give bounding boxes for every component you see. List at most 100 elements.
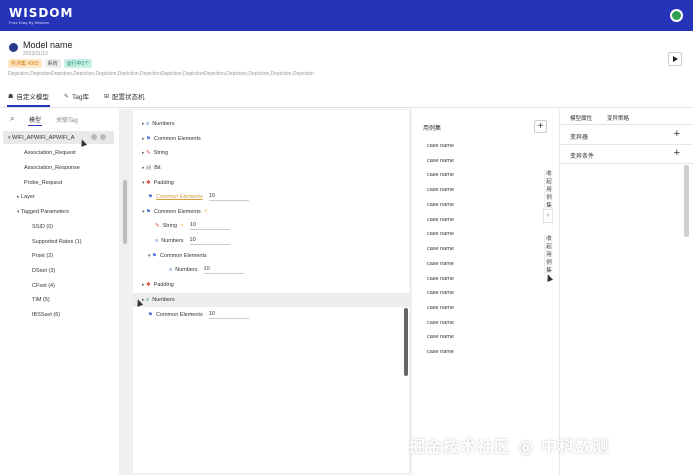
collapse-case-set-tab[interactable]: 收 起 用 例 集 xyxy=(544,170,553,210)
tab-model-properties[interactable]: 模型属性 xyxy=(570,114,592,122)
case-item[interactable]: case name xyxy=(427,349,454,355)
add-case-button[interactable]: + xyxy=(534,120,547,133)
case-item[interactable]: case name xyxy=(427,246,454,252)
case-item[interactable]: case name xyxy=(427,143,454,149)
tree-row[interactable]: ▸ ⚑ Common Elements xyxy=(133,132,409,146)
tree-row[interactable]: ⚑ Common Elements 10 xyxy=(133,190,409,204)
caret-icon[interactable]: ▸ xyxy=(142,150,145,156)
caret-icon[interactable]: ▸ xyxy=(142,165,145,171)
case-item[interactable]: case name xyxy=(427,172,454,178)
tree-node[interactable]: Association_Request xyxy=(24,150,76,156)
node-label: Common Elements xyxy=(153,209,201,215)
case-item[interactable]: case name xyxy=(427,290,454,296)
tree-row[interactable]: ▸ ≡ Numbers xyxy=(133,117,409,131)
case-item[interactable]: case name xyxy=(427,202,454,208)
case-item[interactable]: case name xyxy=(427,334,454,340)
node-label: Numbers xyxy=(152,121,175,127)
logo-text: WISDOM xyxy=(9,6,74,20)
caret-icon[interactable]: ▾ xyxy=(142,180,145,186)
chevron-right-icon[interactable]: › xyxy=(543,209,553,223)
vtab-char: 收 xyxy=(546,171,552,177)
case-set-title: 用例集 xyxy=(423,126,442,132)
add-condition-button[interactable]: + xyxy=(674,147,680,159)
tab-tag-library[interactable]: ✎ Tag库 xyxy=(64,91,90,102)
top-navbar: WISDOM Fuzz Easy By Wisdom xyxy=(0,0,693,31)
editor-scrollbar[interactable] xyxy=(404,308,408,376)
case-item[interactable]: case name xyxy=(427,276,454,282)
caret-icon[interactable]: ▾ xyxy=(148,253,151,259)
value-input[interactable]: 10 xyxy=(203,266,244,274)
case-item[interactable]: case name xyxy=(427,261,454,267)
tree-node-label: WIFI_APWIFI_APWIFI_A xyxy=(12,135,75,141)
value-input[interactable]: 10 xyxy=(208,311,249,319)
value-input[interactable]: 10 xyxy=(189,237,230,245)
tree-node[interactable]: Supported Rates (1) xyxy=(32,239,82,245)
tree-row-hovered[interactable]: ▸ ≡ Numbers xyxy=(133,293,409,307)
vtab-char: 收 xyxy=(546,236,552,242)
case-item[interactable]: case name xyxy=(427,158,454,164)
tree-row[interactable]: ≡ Numbers 10 xyxy=(133,263,409,277)
tree-row[interactable]: ▸ ✱ Padding xyxy=(133,278,409,292)
run-button[interactable] xyxy=(668,52,682,66)
node-label: Padding xyxy=(153,180,174,186)
tree-node[interactable]: DSset (3) xyxy=(32,268,55,274)
mutation-condition-label: 变异条件 xyxy=(570,154,595,160)
tree-row[interactable]: ✎ String ⚡ 10 xyxy=(133,219,409,233)
tree-node[interactable]: SSID (0) xyxy=(32,224,53,230)
user-avatar-icon[interactable] xyxy=(670,9,683,22)
lightning-icon: ⚡ xyxy=(203,209,208,215)
tree-row[interactable]: ⚑ Common Elements 10 xyxy=(133,308,409,322)
add-mutator-button[interactable]: + xyxy=(674,128,680,140)
tree-node[interactable]: Association_Response xyxy=(24,165,80,171)
tree-node[interactable]: CFset (4) xyxy=(32,283,55,289)
caret-icon[interactable]: ▸ xyxy=(142,282,145,288)
value-input[interactable]: 10 xyxy=(189,222,230,230)
reference-link[interactable]: Common Elements xyxy=(156,194,203,200)
numbers-icon: ≡ xyxy=(169,267,173,273)
caret-icon[interactable]: ▸ xyxy=(142,136,145,142)
common-elements-icon: ⚑ xyxy=(152,253,157,259)
tree-node[interactable]: Probe_Request xyxy=(24,180,62,186)
tab-linked-tag[interactable]: 关联Tag xyxy=(56,115,78,124)
wisdom-logo[interactable]: WISDOM Fuzz Easy By Wisdom xyxy=(7,6,75,25)
tree-node[interactable]: IBSSset (6) xyxy=(32,312,60,318)
tab-mutation-strategy[interactable]: 变异策略 xyxy=(607,114,629,122)
tag-running: 运行中2个 xyxy=(63,59,93,68)
tree-node-layer[interactable]: ▸ Layer xyxy=(17,194,35,200)
tab-label: Tag库 xyxy=(72,94,90,101)
model-tree-panel: ⌕ 模型 关联Tag ▾ WIFI_APWIFI_APWIFI_A Associ… xyxy=(0,109,119,475)
tree-row[interactable]: ▾ ✱ Padding xyxy=(133,176,409,190)
copy-icon[interactable] xyxy=(91,134,97,140)
tree-row[interactable]: ▸ ✎ String xyxy=(133,146,409,160)
active-subtab-indicator xyxy=(28,125,42,126)
tree-row[interactable]: ▸ ▤ Bit xyxy=(133,161,409,175)
tree-node[interactable]: TIM (5) xyxy=(32,297,50,303)
tab-model[interactable]: 模型 xyxy=(29,115,41,124)
case-item[interactable]: case name xyxy=(427,187,454,193)
structure-editor: ▸ ≡ Numbers ▸ ⚑ Common Elements ▸ ✎ Stri… xyxy=(133,110,409,473)
case-item[interactable]: case name xyxy=(427,217,454,223)
tree-node-root[interactable]: ▾ WIFI_APWIFI_APWIFI_A xyxy=(8,135,74,141)
right-scrollbar[interactable] xyxy=(684,165,689,237)
caret-icon[interactable]: ▸ xyxy=(142,121,145,127)
numbers-icon: ≡ xyxy=(146,121,150,127)
search-icon[interactable]: ⌕ xyxy=(10,114,14,124)
left-scrollbar[interactable] xyxy=(123,180,127,244)
tab-custom-model[interactable]: ☗ 自定义模型 xyxy=(8,91,49,102)
caret-icon[interactable]: ▾ xyxy=(142,209,145,215)
tree-node-tagged-params[interactable]: ▾ Tagged Parameters xyxy=(17,209,69,215)
tree-row[interactable]: ▾ ⚑ Common Elements ⚡ xyxy=(133,205,409,219)
tree-node[interactable]: Prset (2) xyxy=(32,253,53,259)
more-icon[interactable] xyxy=(100,134,106,140)
case-set-panel: 用例集 + case name case name case name case… xyxy=(415,110,554,473)
case-item[interactable]: case name xyxy=(427,305,454,311)
tree-row[interactable]: ▾ ⚑ Common Elements xyxy=(133,249,409,263)
tab-state-machine[interactable]: ⊞ 配置状态机 xyxy=(104,91,145,102)
tree-row[interactable]: ≡ Numbers 10 xyxy=(133,234,409,248)
value-input[interactable]: 10 xyxy=(208,193,249,201)
case-item[interactable]: case name xyxy=(427,320,454,326)
collapse-case-set-tab-2[interactable]: 收 起 用 例 集 xyxy=(544,235,553,275)
case-item[interactable]: case name xyxy=(427,231,454,237)
bit-icon: ▤ xyxy=(146,165,152,171)
node-label: Common Elements xyxy=(159,253,207,259)
